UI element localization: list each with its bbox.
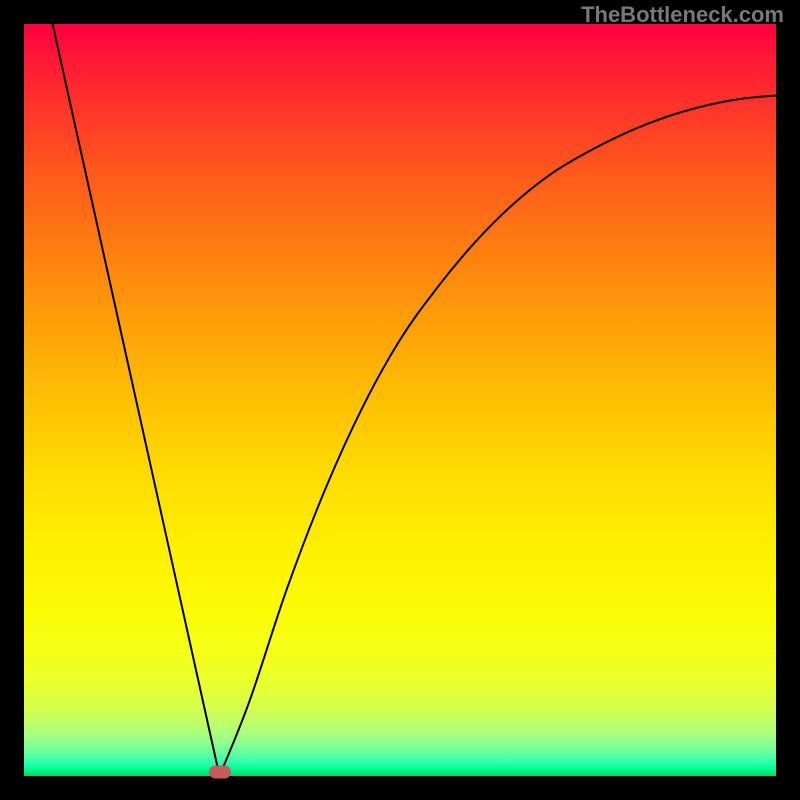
optimal-point-marker xyxy=(209,766,231,779)
watermark-text: TheBottleneck.com xyxy=(581,2,784,28)
bottleneck-curve xyxy=(53,24,776,776)
curve-svg xyxy=(24,24,776,776)
chart-plot-area xyxy=(24,24,776,776)
